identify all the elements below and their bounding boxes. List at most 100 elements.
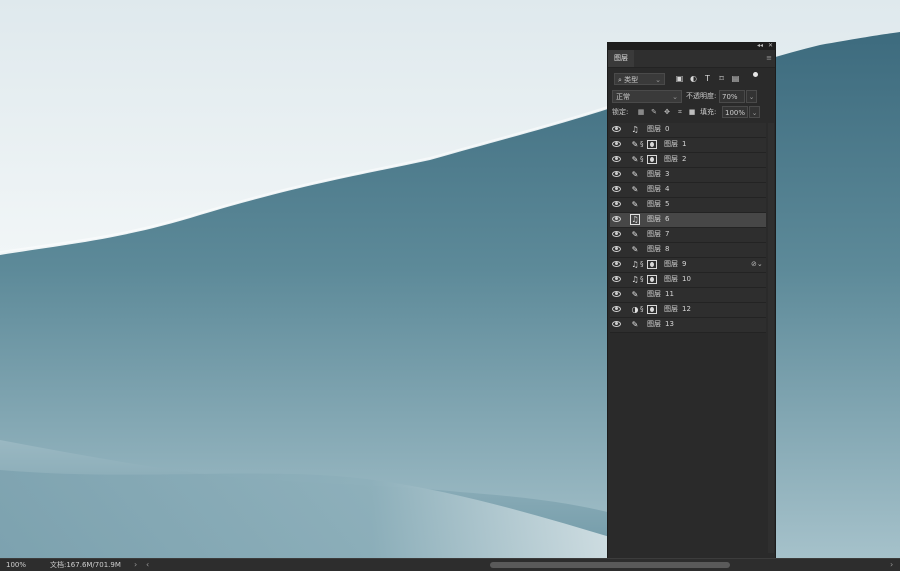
lock-artboard-icon[interactable]: ⌗	[675, 107, 685, 117]
visibility-eye-icon[interactable]	[612, 261, 621, 267]
visibility-eye-icon[interactable]	[612, 306, 621, 312]
layer-name[interactable]: 图层	[647, 229, 661, 240]
lock-paint-icon[interactable]: ✎	[649, 107, 659, 117]
blend-mode-select[interactable]: 正常 ⌄	[612, 90, 682, 103]
layer-row[interactable]: ✎ § 图层 1	[610, 138, 766, 153]
visibility-eye-icon[interactable]	[612, 186, 621, 192]
image-filter-icon[interactable]: ▣	[674, 73, 685, 84]
visibility-eye-icon[interactable]	[612, 156, 621, 162]
layer-name[interactable]: 图层	[664, 274, 678, 285]
layer-mask-thumbnail[interactable]	[647, 305, 657, 314]
layer-row[interactable]: ◑ § 图层 12	[610, 303, 766, 318]
layer-mask-thumbnail[interactable]	[647, 155, 657, 164]
smart-object-badge-icon[interactable]: ⊘⌄	[751, 260, 763, 269]
collapse-icon[interactable]: ◂◂	[757, 42, 763, 49]
horizontal-scrollbar-thumb[interactable]	[490, 562, 730, 568]
layer-row[interactable]: ✎ 图层 3	[610, 168, 766, 183]
layer-name[interactable]: 图层	[647, 124, 661, 135]
layers-scrollbar[interactable]	[768, 123, 774, 553]
zoom-level[interactable]: 100%	[6, 559, 26, 571]
brush-icon: ✎	[631, 170, 639, 179]
layer-name[interactable]: 图层	[664, 139, 678, 150]
scroll-left-icon[interactable]: ‹	[146, 559, 149, 571]
layer-name[interactable]: 图层	[664, 259, 678, 270]
layer-row[interactable]: ✎ 图层 8	[610, 243, 766, 258]
lock-move-icon[interactable]: ✥	[662, 107, 672, 117]
status-menu-arrow-icon[interactable]: ›	[134, 559, 137, 571]
filter-row: ⌕ 类型 ⌄ ▣ ◐ T ⌑ ▤	[612, 71, 772, 87]
layer-row[interactable]: ✎ 图层 5	[610, 198, 766, 213]
layer-name[interactable]: 图层	[647, 184, 661, 195]
filter-toggle-icon[interactable]	[753, 72, 758, 77]
layer-number: 1	[682, 140, 687, 148]
layer-number: 12	[682, 305, 691, 313]
layer-row[interactable]: ♫ 图层 0	[610, 123, 766, 138]
document-info: 文档:167.6M/701.9M	[50, 561, 121, 569]
layer-name[interactable]: 图层	[664, 304, 678, 315]
shape-filter-icon[interactable]: ⌑	[716, 73, 727, 84]
visibility-eye-icon[interactable]	[612, 321, 621, 327]
layer-row[interactable]: ♫ § 图层 10	[610, 273, 766, 288]
close-icon[interactable]: ✕	[768, 42, 773, 49]
opacity-label: 不透明度:	[686, 92, 717, 100]
layer-row[interactable]: ✎ 图层 4	[610, 183, 766, 198]
blend-row: 正常 ⌄ 不透明度: 70% ⌄	[612, 89, 772, 105]
smart-object-filter-icon[interactable]: ▤	[730, 73, 741, 84]
layer-row[interactable]: ✎ 图层 13	[610, 318, 766, 333]
layer-mask-thumbnail[interactable]	[647, 260, 657, 269]
layer-name[interactable]: 图层	[647, 244, 661, 255]
layer-name[interactable]: 图层	[647, 289, 661, 300]
smart-filter-icon: ♫	[631, 125, 639, 134]
visibility-eye-icon[interactable]	[612, 126, 621, 132]
layer-row[interactable]: ♫ 图层 6	[610, 213, 766, 228]
status-bar: 100% 文档:167.6M/701.9M › ‹ ›	[0, 558, 900, 571]
link-icon[interactable]: §	[640, 304, 644, 315]
layer-number: 2	[682, 155, 687, 163]
visibility-eye-icon[interactable]	[612, 231, 621, 237]
fill-dropdown-icon[interactable]: ⌄	[749, 106, 760, 118]
layer-mask-thumbnail[interactable]	[647, 140, 657, 149]
layer-row[interactable]: ✎ 图层 7	[610, 228, 766, 243]
lock-all-icon[interactable]: ■	[687, 107, 697, 117]
tab-layers[interactable]: 图层	[608, 50, 634, 67]
visibility-eye-icon[interactable]	[612, 291, 621, 297]
panel-menu-icon[interactable]: ≡	[766, 54, 772, 62]
scroll-right-icon[interactable]: ›	[890, 559, 893, 571]
brush-icon: ✎	[631, 245, 639, 254]
visibility-eye-icon[interactable]	[612, 171, 621, 177]
fill-input[interactable]: 100%	[722, 106, 748, 118]
layer-name[interactable]: 图层	[647, 169, 661, 180]
adjustment-filter-icon[interactable]: ◐	[688, 73, 699, 84]
type-filter-icon[interactable]: T	[702, 73, 713, 84]
link-icon[interactable]: §	[640, 154, 644, 165]
layer-row[interactable]: ✎ § 图层 2	[610, 153, 766, 168]
opacity-dropdown-icon[interactable]: ⌄	[746, 90, 757, 103]
brush-icon: ✎	[631, 185, 639, 194]
layer-name[interactable]: 图层	[647, 199, 661, 210]
link-icon[interactable]: §	[640, 139, 644, 150]
filter-kind-select[interactable]: ⌕ 类型 ⌄	[614, 73, 665, 85]
layer-row[interactable]: ✎ 图层 11	[610, 288, 766, 303]
visibility-eye-icon[interactable]	[612, 276, 621, 282]
layer-number: 5	[665, 200, 670, 208]
visibility-eye-icon[interactable]	[612, 246, 621, 252]
lock-transparent-icon[interactable]: ▦	[636, 107, 646, 117]
layer-number: 6	[665, 215, 670, 223]
brush-icon: ✎	[631, 320, 639, 329]
layer-name[interactable]: 图层	[664, 154, 678, 165]
layer-mask-thumbnail[interactable]	[647, 275, 657, 284]
link-icon[interactable]: §	[640, 259, 644, 270]
brush-icon: ✎	[631, 230, 639, 239]
layer-row[interactable]: ♫ § 图层 9 ⊘⌄	[610, 258, 766, 273]
layer-name[interactable]: 图层	[647, 319, 661, 330]
layers-list: ♫ 图层 0 ✎ § 图层 1 ✎ § 图层 2 ✎ 图层 3 ✎ 图层 4 ✎ 图层 5 ♫ 图层 6 ✎ 图层 7 ✎ 图层 8 ♫ §…	[610, 123, 766, 333]
visibility-eye-icon[interactable]	[612, 201, 621, 207]
opacity-input[interactable]: 70%	[719, 90, 745, 103]
layer-number: 0	[665, 125, 670, 133]
visibility-eye-icon[interactable]	[612, 216, 621, 222]
brush-icon: ✎	[631, 290, 639, 299]
layer-name[interactable]: 图层	[647, 214, 661, 225]
panel-titlebar[interactable]: ◂◂ ✕	[608, 42, 775, 50]
visibility-eye-icon[interactable]	[612, 141, 621, 147]
link-icon[interactable]: §	[640, 274, 644, 285]
